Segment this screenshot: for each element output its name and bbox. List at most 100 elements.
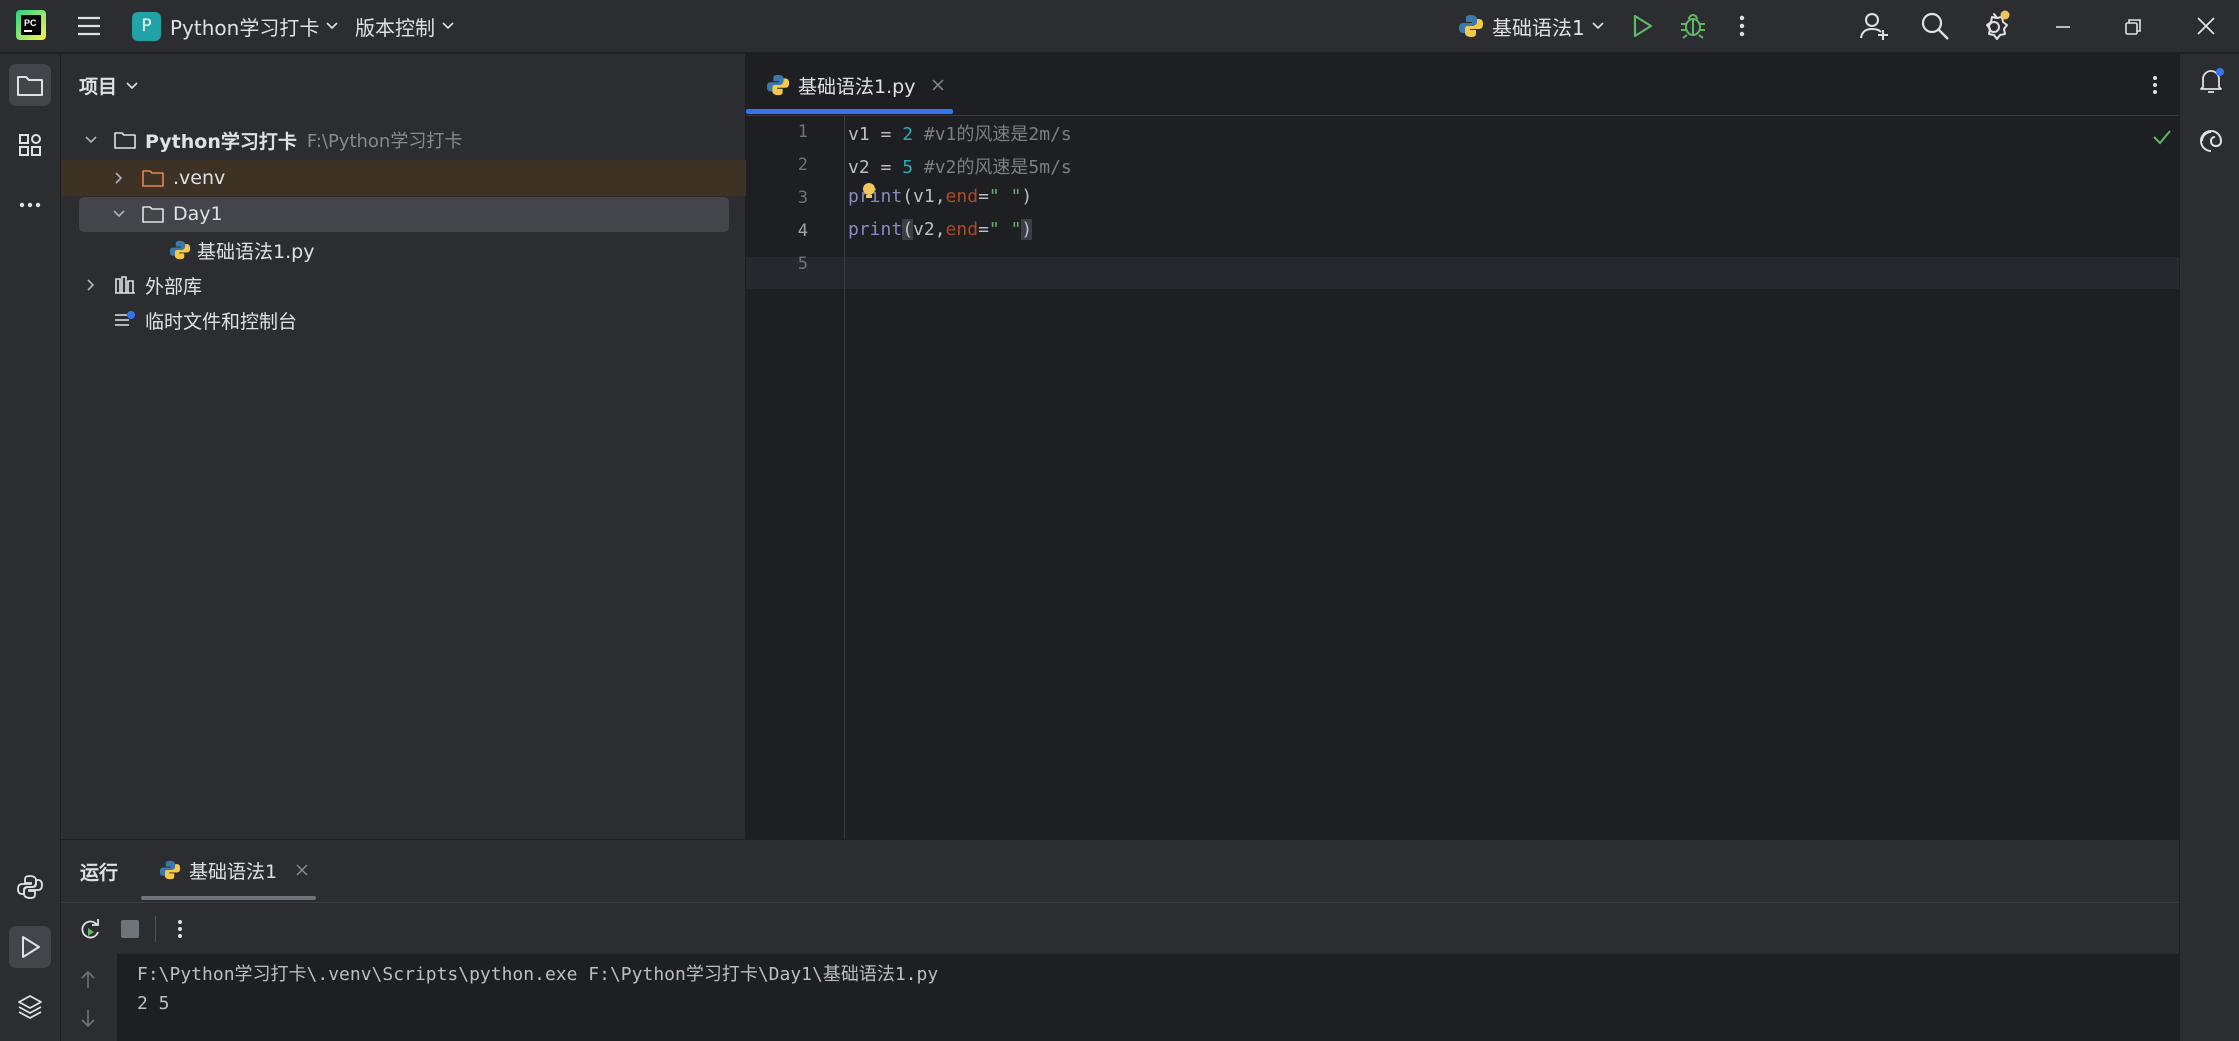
folder-icon: [17, 76, 43, 96]
code-token: =: [869, 124, 903, 145]
intention-bulb-icon[interactable]: [861, 182, 877, 200]
project-badge: P: [132, 11, 161, 41]
tree-item-external-libraries[interactable]: 外部库: [61, 268, 746, 302]
folder-icon: [142, 206, 164, 223]
folder-icon: [114, 132, 136, 149]
code-keyword-arg: end: [945, 186, 979, 207]
chevron-down-icon[interactable]: [83, 132, 99, 148]
structure-tool-button[interactable]: [9, 124, 51, 166]
run-panel-separator: [61, 902, 2179, 903]
title-bar: PC P Python学习打卡 版本控制 基础语法1: [0, 0, 2239, 53]
code-token: v2: [848, 157, 870, 178]
services-tool-button[interactable]: [9, 986, 51, 1028]
chevron-down-icon: [1592, 22, 1604, 30]
tree-item-file[interactable]: 基础语法1.py: [61, 233, 746, 267]
scroll-up-arrow-icon[interactable]: [79, 970, 97, 990]
code-with-me-icon[interactable]: [1859, 10, 1891, 42]
notifications-bell-icon[interactable]: [2196, 66, 2226, 96]
code-token: =: [869, 157, 903, 178]
more-vertical-icon[interactable]: [1732, 11, 1752, 41]
more-tools-button[interactable]: [9, 184, 51, 226]
rerun-icon[interactable]: [77, 916, 103, 942]
tree-item-scratches[interactable]: 临时文件和控制台: [61, 303, 746, 337]
code-token: v1,: [913, 186, 946, 207]
project-panel-header[interactable]: 项目: [79, 72, 139, 99]
settings-gear-icon[interactable]: [1978, 9, 2012, 43]
chevron-down-icon: [326, 22, 338, 30]
python-icon: [1459, 15, 1483, 37]
current-line-highlight: [746, 257, 2179, 289]
code-comment: #v2的风速是5m/s: [913, 157, 1072, 178]
chevron-right-icon[interactable]: [111, 170, 127, 186]
no-problems-check-icon[interactable]: [2151, 126, 2173, 148]
console-line: F:\Python学习打卡\.venv\Scripts\python.exe F…: [137, 964, 939, 985]
tree-item-label: 外部库: [145, 275, 203, 298]
close-window-icon[interactable]: [2192, 12, 2220, 40]
close-tab-icon[interactable]: [931, 78, 945, 92]
close-tab-icon[interactable]: [295, 863, 309, 877]
run-config-selector[interactable]: 基础语法1: [1458, 9, 1605, 43]
python-file-icon: [766, 74, 790, 96]
more-vertical-icon[interactable]: [173, 916, 187, 942]
run-console-output[interactable]: F:\Python学习打卡\.venv\Scripts\python.exe F…: [117, 954, 2179, 1041]
line-number: 1: [797, 122, 808, 142]
toolbar-divider: [155, 916, 156, 942]
code-string: " ": [988, 186, 1022, 207]
restore-icon[interactable]: [2120, 14, 2146, 40]
code-keyword-arg: end: [945, 219, 979, 240]
left-tool-strip: [0, 54, 61, 1041]
tree-item-label: 临时文件和控制台: [145, 310, 298, 333]
code-token: v2,: [913, 219, 946, 240]
project-panel-title: 项目: [79, 76, 118, 98]
main-menu-icon[interactable]: [76, 13, 102, 39]
tree-item-project-root[interactable]: Python学习打卡 F:\Python学习打卡: [61, 123, 746, 157]
editor: 基础语法1.py 1 2 3 4 5 v1 = 2 #v1的风速是2m/s v2…: [746, 54, 2179, 839]
code-string: " ": [988, 219, 1022, 240]
library-icon: [115, 276, 135, 294]
python-console-button[interactable]: [9, 866, 51, 908]
code-line-2[interactable]: v2 = 5 #v2的风速是5m/s: [848, 153, 1072, 179]
tree-item-day1[interactable]: Day1: [61, 197, 746, 231]
debug-icon[interactable]: [1678, 10, 1708, 40]
run-tool-icon: [22, 936, 40, 958]
run-tab[interactable]: 基础语法1: [159, 848, 309, 892]
minimize-icon[interactable]: [2050, 14, 2076, 40]
code-token: =: [978, 186, 989, 207]
code-token: 5: [902, 157, 914, 178]
code-token: =: [978, 219, 989, 240]
code-token: (: [902, 186, 914, 207]
editor-tab-label: 基础语法1.py: [798, 75, 916, 98]
chevron-down-icon[interactable]: [111, 206, 127, 222]
code-bracket-match: ): [1021, 219, 1033, 240]
tree-item-label: 基础语法1.py: [197, 240, 315, 263]
scroll-down-arrow-icon[interactable]: [79, 1008, 97, 1028]
project-selector[interactable]: P Python学习打卡: [132, 9, 339, 43]
active-tab-indicator: [746, 109, 953, 114]
run-tool-button[interactable]: [9, 926, 51, 968]
code-line-1[interactable]: v1 = 2 #v1的风速是2m/s: [848, 120, 1072, 146]
svg-text:PC: PC: [24, 18, 37, 28]
tree-item-venv[interactable]: .venv: [61, 160, 746, 196]
tree-item-label: Python学习打卡: [145, 130, 297, 153]
code-line-4[interactable]: print(v2,end=" "): [848, 219, 1033, 240]
line-number: 2: [797, 155, 808, 175]
project-tool-button[interactable]: [9, 64, 51, 106]
stop-icon[interactable]: [121, 920, 139, 938]
pycharm-logo-icon[interactable]: PC: [16, 10, 46, 40]
chevron-right-icon[interactable]: [83, 277, 99, 293]
editor-tab-bar: 基础语法1.py: [746, 54, 2179, 116]
ai-assistant-icon[interactable]: [2196, 126, 2226, 156]
chevron-down-icon: [126, 81, 138, 89]
editor-more-icon[interactable]: [2148, 72, 2162, 98]
code-token: v1: [848, 124, 870, 145]
search-icon[interactable]: [1919, 10, 1951, 42]
gutter-separator: [844, 116, 845, 839]
line-number: 4: [797, 221, 808, 241]
run-tab-label: 基础语法1: [189, 860, 278, 883]
editor-tab[interactable]: 基础语法1.py: [746, 54, 953, 116]
layers-icon: [18, 995, 42, 1019]
run-icon[interactable]: [1627, 11, 1657, 41]
python-file-icon: [169, 240, 191, 260]
vcs-menu[interactable]: 版本控制: [355, 9, 455, 43]
code-token: 2: [902, 124, 914, 145]
